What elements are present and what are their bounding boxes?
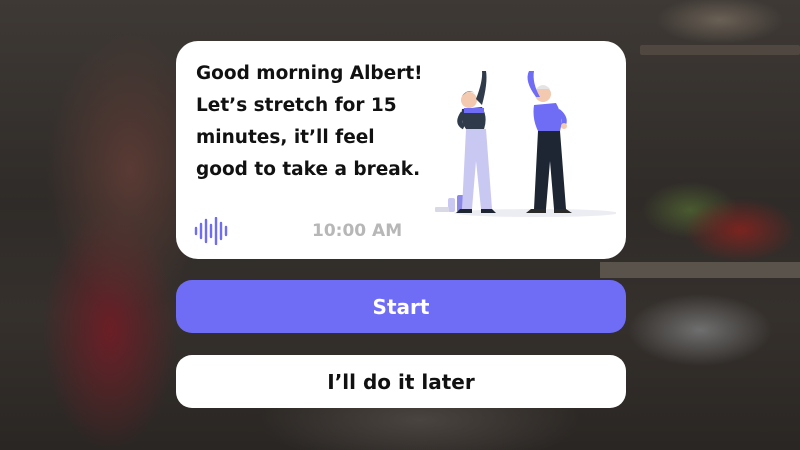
start-button[interactable]: Start (176, 280, 626, 333)
notification-time: 10:00 AM (312, 221, 403, 241)
do-it-later-button[interactable]: I’ll do it later (176, 355, 626, 408)
background-shelf (640, 45, 800, 55)
voice-waveform-icon[interactable] (193, 217, 233, 245)
man-figure (526, 71, 572, 213)
stretching-illustration (435, 71, 616, 217)
background-counter (600, 262, 800, 278)
notification-message: Good morning Albert! Let’s stretch for 1… (196, 63, 423, 180)
woman-figure (456, 71, 496, 213)
notification-card: Good morning Albert! Let’s stretch for 1… (176, 41, 626, 259)
